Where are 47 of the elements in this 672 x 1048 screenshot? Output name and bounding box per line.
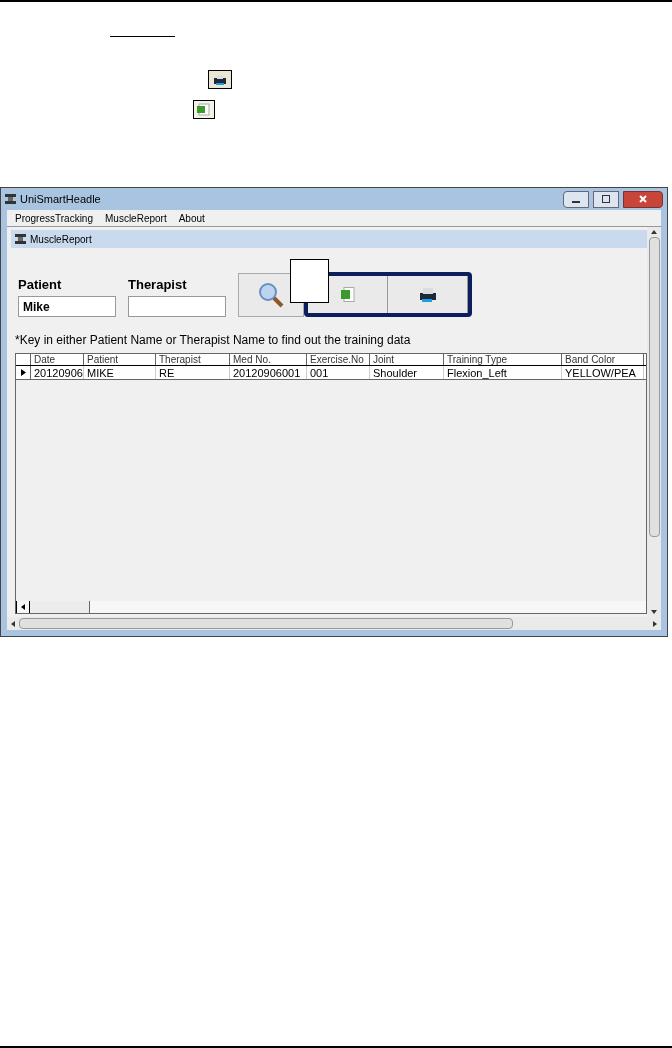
column-header[interactable]: Exercise.No xyxy=(307,354,370,365)
menu-item[interactable]: About xyxy=(178,210,205,226)
menu-item[interactable]: MuscleReport xyxy=(105,210,167,226)
scroll-thumb[interactable] xyxy=(19,618,513,629)
menu-item[interactable]: ProgressTracking xyxy=(15,210,93,226)
maximize-button[interactable] xyxy=(593,190,619,208)
app-icon xyxy=(15,234,26,244)
child-window-title: MuscleReport xyxy=(30,232,92,247)
patient-field[interactable]: Mike xyxy=(18,296,116,317)
down-arrow-icon[interactable] xyxy=(651,610,657,614)
table-cell: RE xyxy=(156,366,230,379)
close-button[interactable] xyxy=(623,190,663,208)
close-icon xyxy=(639,195,647,203)
column-header[interactable]: Date xyxy=(31,354,84,365)
column-header[interactable]: Med No. xyxy=(230,354,307,365)
right-arrow-icon[interactable] xyxy=(653,620,657,627)
hint-text: *Key in either Patient Name or Therapist Name to find out the training data xyxy=(15,332,412,349)
column-header[interactable]: Patient xyxy=(84,354,156,365)
table-cell: Flexion_Left xyxy=(444,366,562,379)
spreadsheet-icon xyxy=(193,100,215,119)
left-arrow-icon[interactable] xyxy=(11,620,15,627)
minimize-button[interactable] xyxy=(563,190,589,208)
therapist-label: Therapist xyxy=(128,275,188,294)
column-header[interactable]: Band Color xyxy=(562,354,644,365)
patient-label: Patient xyxy=(18,275,63,294)
column-header[interactable]: Training Type xyxy=(444,354,562,365)
up-arrow-icon[interactable] xyxy=(651,230,657,234)
scroll-thumb[interactable] xyxy=(648,237,660,537)
app-icon xyxy=(5,194,16,204)
column-header[interactable]: Joint xyxy=(370,354,444,365)
window-title: UniSmartHeadle xyxy=(20,191,101,207)
table-cell: Shoulder xyxy=(370,366,444,379)
table-cell: YELLOW/PEA xyxy=(562,366,644,379)
therapist-field[interactable] xyxy=(128,296,226,317)
printer-icon xyxy=(208,70,232,89)
table-cell: 20120906001 xyxy=(230,366,307,379)
column-header[interactable]: Therapist xyxy=(156,354,230,365)
maximize-icon xyxy=(602,195,610,203)
magnifier-icon xyxy=(258,282,284,308)
spreadsheet-icon xyxy=(340,287,355,302)
left-arrow-icon[interactable] xyxy=(21,604,25,610)
table-cell: 20120906 xyxy=(31,366,84,379)
table-cell: MIKE xyxy=(84,366,156,379)
table-cell: 001 xyxy=(307,366,370,379)
scroll-thumb[interactable] xyxy=(30,601,90,613)
print-button[interactable] xyxy=(388,276,468,313)
blank-tooltip xyxy=(290,259,329,303)
